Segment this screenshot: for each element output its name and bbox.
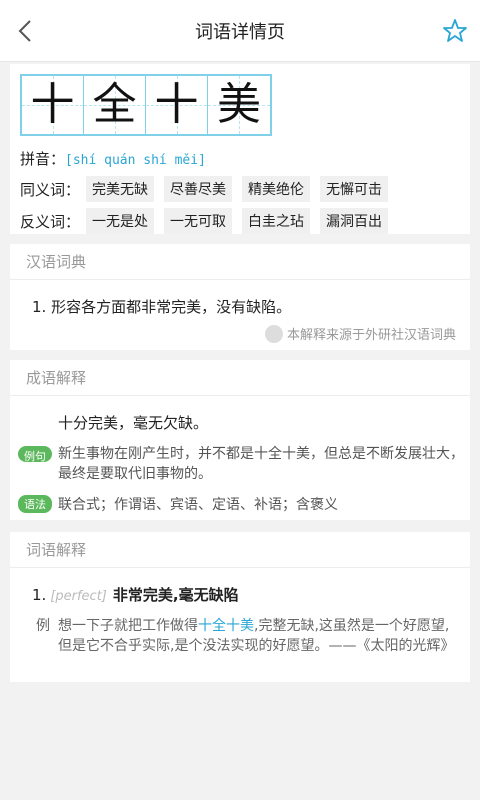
antonyms-label: 反义词： [20, 212, 81, 231]
example-text: 新生事物在刚产生时，并不都是十全十美，但总是不断发展壮大，最终是要取代旧事物的。 [58, 446, 464, 482]
char-cell: 十 [22, 76, 84, 134]
antonyms-row: 反义词： 一无是处 一无可取 白圭之玷 漏洞百出 [20, 208, 398, 234]
grammar-text: 联合式；作谓语、宾语、定语、补语；含褒义 [58, 497, 338, 513]
dictionary-heading: 汉语词典 [10, 244, 470, 280]
page-title: 词语详情页 [195, 22, 285, 43]
idiom-example: 例句 新生事物在刚产生时，并不都是十全十美，但总是不断发展壮大，最终是要取代旧事… [18, 444, 466, 484]
definition-number: 1. [32, 586, 47, 604]
example-label: 例 [36, 618, 50, 634]
star-icon[interactable] [442, 18, 468, 44]
idiom-grammar: 语法 联合式；作谓语、宾语、定语、补语；含褒义 [18, 494, 338, 514]
word-explain-definition: 1. [perfect] 非常完美,毫无缺陷 [32, 584, 239, 605]
word-explain-card: 词语解释 1. [perfect] 非常完美,毫无缺陷 例 想一下子就把工作做得十全… [10, 532, 470, 682]
example-before: 想一下子就把工作做得 [58, 618, 198, 634]
pinyin-row: 拼音：[shí quán shí měi] [20, 148, 206, 169]
definition-text: 非常完美,毫无缺陷 [112, 586, 239, 604]
example-highlight[interactable]: 十全十美 [198, 618, 254, 634]
idiom-heading: 成语解释 [10, 360, 470, 396]
idiom-definition: 十分完美，毫无欠缺。 [58, 414, 209, 432]
synonyms-label: 同义词： [20, 180, 81, 199]
char-cell: 全 [84, 76, 146, 134]
char-cell: 美 [208, 76, 270, 134]
synonym-tag[interactable]: 精美绝伦 [242, 176, 310, 202]
synonym-tag[interactable]: 尽善尽美 [164, 176, 232, 202]
pinyin-value: [shí quán shí měi] [65, 153, 206, 168]
english-gloss: [perfect] [50, 589, 107, 604]
top-bar: 词语详情页 [0, 0, 480, 62]
char: 全 [92, 79, 137, 130]
idiom-card: 成语解释 十分完美，毫无欠缺。 例句 新生事物在刚产生时，并不都是十全十美，但总… [10, 360, 470, 520]
char: 十 [154, 79, 199, 130]
antonym-tag[interactable]: 漏洞百出 [320, 208, 388, 234]
antonym-tag[interactable]: 白圭之玷 [242, 208, 310, 234]
synonym-tag[interactable]: 完美无缺 [86, 176, 154, 202]
char-cell: 十 [146, 76, 208, 134]
example-body: 想一下子就把工作做得十全十美,完整无缺,这虽然是一个好愿望,但是它不合乎实际,是… [58, 616, 456, 656]
word-explain-example: 例 想一下子就把工作做得十全十美,完整无缺,这虽然是一个好愿望,但是它不合乎实际… [36, 616, 456, 656]
example-badge: 例句 [18, 446, 52, 463]
synonyms-row: 同义词： 完美无缺 尽善尽美 精美绝伦 无懈可击 [20, 176, 398, 202]
char: 十 [30, 79, 75, 130]
antonym-tag[interactable]: 一无可取 [164, 208, 232, 234]
source-text: 本解释来源于外研社汉语词典 [286, 328, 456, 343]
antonym-tag[interactable]: 一无是处 [86, 208, 154, 234]
pinyin-label: 拼音： [20, 150, 66, 168]
book-icon [264, 324, 283, 343]
char: 美 [217, 79, 261, 130]
word-card: 十 全 十 美 拼音：[shí quán shí měi] 同义词： 完美无缺 … [10, 64, 470, 234]
word-explain-heading: 词语解释 [10, 532, 470, 568]
character-grid: 十 全 十 美 [20, 74, 272, 136]
dictionary-card: 汉语词典 1. 形容各方面都非常完美，没有缺陷。 本解释来源于外研社汉语词典 [10, 244, 470, 350]
grammar-badge: 语法 [18, 495, 52, 513]
dictionary-definition: 1. 形容各方面都非常完美，没有缺陷。 [32, 298, 292, 316]
dictionary-source: 本解释来源于外研社汉语词典 [264, 324, 456, 343]
synonym-tag[interactable]: 无懈可击 [320, 176, 388, 202]
